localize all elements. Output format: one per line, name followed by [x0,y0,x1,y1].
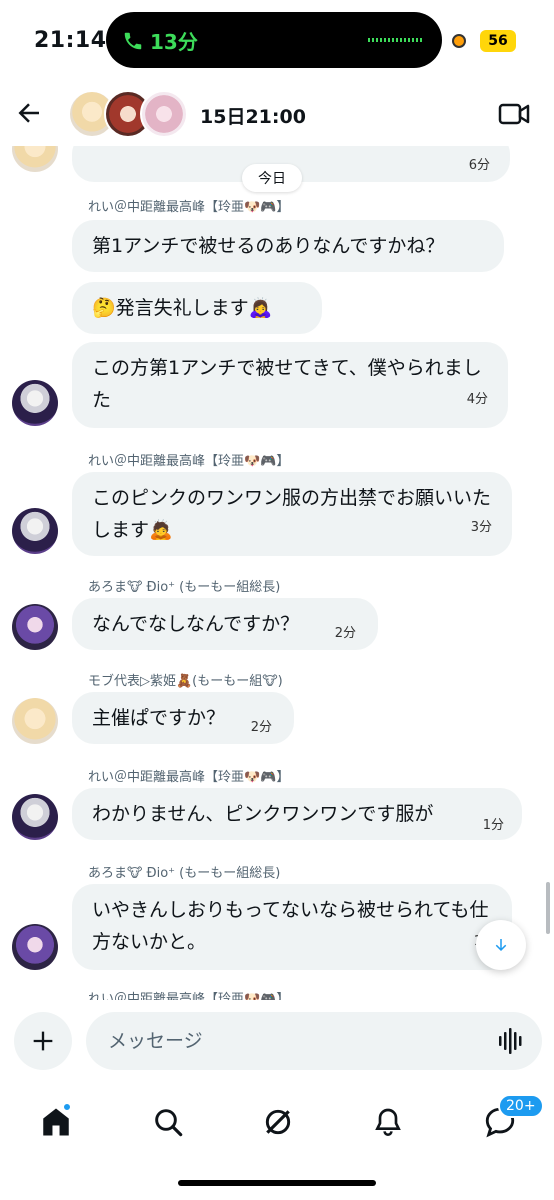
plus-icon [33,1031,53,1051]
message-bubble[interactable]: 主催ぱですか？ 2分 [72,692,294,744]
message-bubble[interactable]: わかりません、ピンクワンワンです服が 1分 [72,788,522,840]
message-time: 2分 [250,720,272,735]
sender-name: れい＠中距離最高峰【玲亜🐶🎮】 [88,992,290,1000]
sender-name: れい＠中距離最高峰【玲亜🐶🎮】 [88,454,290,469]
message-text: この方第1アンチで被せてきて、僕やられました [92,357,482,411]
phone-icon [124,32,142,49]
conversation-header: 15日21:00 [0,84,554,146]
conversation-title[interactable]: 15日21:00 [200,102,306,129]
audio-waveform-icon [368,38,422,42]
attach-button[interactable] [14,1012,72,1070]
message-bubble[interactable]: 🤔発言失礼します🙇‍♀️ [72,282,322,334]
avatar[interactable] [12,146,58,172]
search-icon [155,1109,183,1137]
arrow-left-icon[interactable] [14,98,44,128]
message-bubble[interactable]: なんでなしなんですか？ 2分 [72,598,378,650]
grok-icon [265,1109,291,1135]
sender-name: あろま🐮 Ðio⁺ (もーもー組総長) [88,580,281,595]
voice-waveform-icon[interactable] [496,1026,526,1056]
message-text: 🤔発言失礼します🙇‍♀️ [92,297,273,319]
message-text: このピンクのワンワン服の方出禁でお願いいたします🙇 [92,487,492,541]
tab-search[interactable] [146,1100,190,1144]
message-time: 2分 [334,626,356,641]
call-indicator[interactable]: 13分 [122,26,198,55]
date-divider: 今日 [242,164,302,192]
tab-grok[interactable] [256,1100,300,1144]
message-text: 第1アンチで被せるのありなんですかね？ [92,235,445,257]
avatar[interactable] [12,380,58,426]
message-text: わかりません、ピンクワンワンです服が [92,803,434,825]
message-time: 3分 [470,520,492,535]
message-input[interactable] [86,1012,542,1070]
message-list[interactable]: 6分 今日 れい＠中距離最高峰【玲亜🐶🎮】 第1アンチで被せるのありなんですかね… [0,146,554,1000]
message-text: 主催ぱですか？ [92,707,226,729]
avatar [140,90,188,138]
scrollbar-thumb[interactable] [546,882,550,934]
group-avatars[interactable] [68,90,188,140]
status-bar: 21:14 13分 56 [0,0,554,84]
home-indicator[interactable] [178,1180,376,1186]
avatar[interactable] [12,604,58,650]
dynamic-island[interactable]: 13分 [106,12,442,68]
message-bubble[interactable]: 第1アンチで被せるのありなんですかね？ [72,220,504,272]
sender-name: れい＠中距離最高峰【玲亜🐶🎮】 [88,200,290,215]
scroll-to-bottom-button[interactable] [476,920,526,970]
avatar[interactable] [12,508,58,554]
message-bubble[interactable]: いやきんしおりもってないなら被せられても仕方ないかと。 1 [72,884,512,970]
tab-notifications[interactable] [366,1100,410,1144]
bell-icon [375,1108,401,1136]
battery-indicator: 56 [480,30,516,52]
avatar[interactable] [12,794,58,840]
message-time: 1分 [482,818,504,833]
message-bubble[interactable]: このピンクのワンワン服の方出禁でお願いいたします🙇 3分 [72,472,512,556]
recording-indicator-icon [452,34,466,48]
messages-badge: 20+ [498,1094,544,1118]
message-text: なんでなしなんですか？ [92,613,300,635]
clock: 21:14 [34,28,107,53]
call-duration: 13分 [150,30,198,54]
message-time: 6分 [468,158,490,173]
avatar[interactable] [12,698,58,744]
notification-dot [62,1102,72,1112]
arrow-down-icon [495,939,507,951]
message-time: 4分 [466,392,488,407]
message-composer [0,1004,554,1078]
avatar[interactable] [12,924,58,970]
message-text: いやきんしおりもってないなら被せられても仕方ないかと。 [92,899,489,953]
sender-name: あろま🐮 Ðio⁺ (もーもー組総長) [88,866,281,881]
sender-name: モブ代表▷紫姫🧸(もーもー組🐮) [88,674,283,689]
video-camera-icon[interactable] [498,100,530,128]
sender-name: れい＠中距離最高峰【玲亜🐶🎮】 [88,770,290,785]
message-bubble[interactable]: この方第1アンチで被せてきて、僕やられました 4分 [72,342,508,428]
